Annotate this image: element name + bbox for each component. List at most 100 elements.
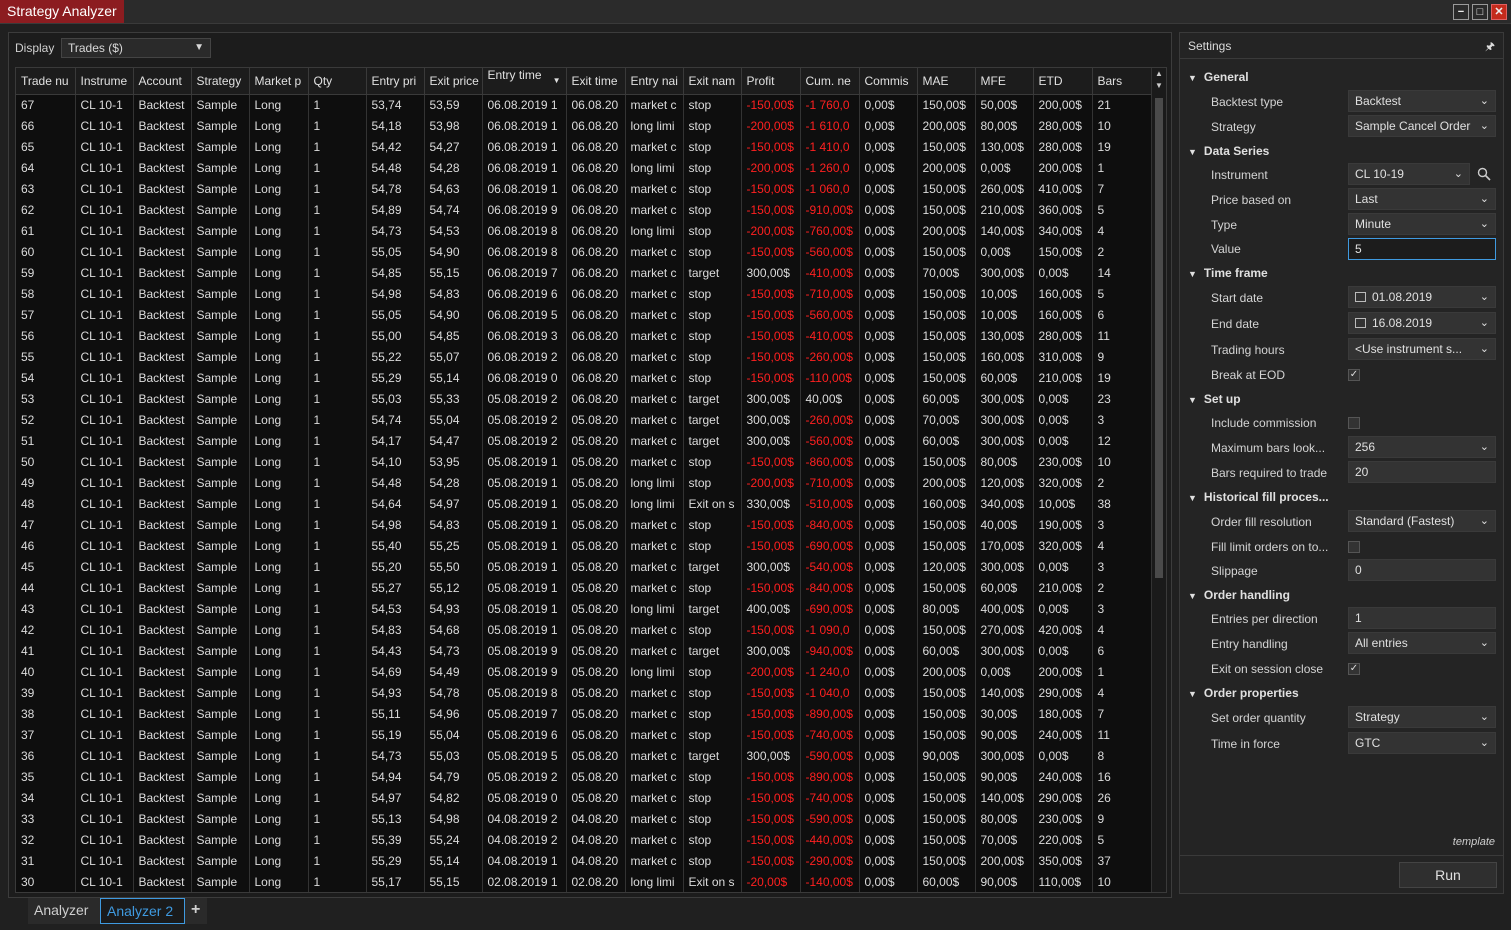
search-icon[interactable] — [1477, 167, 1491, 181]
table-row[interactable]: 50 CL 10-1 Backtest Sample Long 1 54,10 53,95 05… — [16, 451, 1152, 473]
column-header[interactable]: Entry pri — [366, 68, 425, 95]
table-row[interactable]: 56 CL 10-1 Backtest Sample Long 1 55,00 54,85 06… — [16, 325, 1152, 347]
type-select[interactable]: Minute ⌄ — [1348, 213, 1496, 235]
section-historical-fill[interactable]: ▼ Historical fill proces... — [1188, 490, 1329, 504]
close-icon[interactable]: ✕ — [1491, 4, 1507, 20]
entries-per-direction-input[interactable]: 1 — [1348, 607, 1496, 629]
table-row[interactable]: 66 CL 10-1 Backtest Sample Long 1 54,18 53,98 06… — [16, 115, 1152, 137]
table-row[interactable]: 61 CL 10-1 Backtest Sample Long 1 54,73 54,53 06… — [16, 220, 1152, 242]
table-row[interactable]: 57 CL 10-1 Backtest Sample Long 1 55,05 54,90 06… — [16, 304, 1152, 326]
section-general[interactable]: ▼ General — [1188, 70, 1249, 84]
tab-analyzer-2[interactable]: Analyzer 2 — [100, 898, 185, 924]
table-row[interactable]: 39 CL 10-1 Backtest Sample Long 1 54,93 54,78 05… — [16, 682, 1152, 704]
tab-analyzer[interactable]: Analyzer — [28, 898, 100, 924]
column-header[interactable]: Cum. ne — [800, 68, 860, 95]
table-row[interactable]: 36 CL 10-1 Backtest Sample Long 1 54,73 55,03 05… — [16, 745, 1152, 767]
time-in-force-select[interactable]: GTC ⌄ — [1348, 732, 1496, 754]
include-commission-checkbox[interactable] — [1348, 417, 1360, 429]
display-select[interactable]: Trades ($) ▼ — [61, 38, 211, 58]
column-header[interactable]: Market p — [249, 68, 309, 95]
table-row[interactable]: 62 CL 10-1 Backtest Sample Long 1 54,89 54,74 06… — [16, 199, 1152, 221]
exit-session-close-checkbox[interactable]: ✓ — [1348, 663, 1360, 675]
template-label[interactable]: template — [1453, 836, 1495, 848]
strategy-select[interactable]: Sample Cancel Order ⌄ — [1348, 115, 1496, 137]
table-row[interactable]: 30 CL 10-1 Backtest Sample Long 1 55,17 55,15 02… — [16, 871, 1152, 892]
table-row[interactable]: 53 CL 10-1 Backtest Sample Long 1 55,03 55,33 05… — [16, 388, 1152, 410]
table-row[interactable]: 60 CL 10-1 Backtest Sample Long 1 55,05 54,90 06… — [16, 241, 1152, 263]
trading-hours-select[interactable]: <Use instrument s... ⌄ — [1348, 338, 1496, 360]
pin-icon[interactable]: 🖈 — [1485, 38, 1495, 57]
table-row[interactable]: 38 CL 10-1 Backtest Sample Long 1 55,11 54,96 05… — [16, 703, 1152, 725]
table-row[interactable]: 31 CL 10-1 Backtest Sample Long 1 55,29 55,14 04… — [16, 850, 1152, 872]
column-header[interactable]: Commis — [859, 68, 918, 95]
section-order-handling[interactable]: ▼ Order handling — [1188, 588, 1290, 602]
table-row[interactable]: 67 CL 10-1 Backtest Sample Long 1 53,74 53,59 06… — [16, 94, 1152, 116]
table-row[interactable]: 42 CL 10-1 Backtest Sample Long 1 54,83 54,68 05… — [16, 619, 1152, 641]
column-header[interactable]: Entry nai — [625, 68, 684, 95]
slippage-input[interactable]: 0 — [1348, 559, 1496, 581]
table-row[interactable]: 40 CL 10-1 Backtest Sample Long 1 54,69 54,49 05… — [16, 661, 1152, 683]
column-header[interactable]: Exit time — [566, 68, 626, 95]
backtest-type-select[interactable]: Backtest ⌄ — [1348, 90, 1496, 112]
table-row[interactable]: 37 CL 10-1 Backtest Sample Long 1 55,19 55,04 05… — [16, 724, 1152, 746]
order-fill-select[interactable]: Standard (Fastest) ⌄ — [1348, 510, 1496, 532]
table-row[interactable]: 58 CL 10-1 Backtest Sample Long 1 54,98 54,83 06… — [16, 283, 1152, 305]
table-row[interactable]: 43 CL 10-1 Backtest Sample Long 1 54,53 54,93 05… — [16, 598, 1152, 620]
value-input[interactable]: 5 — [1348, 238, 1496, 260]
table-row[interactable]: 54 CL 10-1 Backtest Sample Long 1 55,29 55,14 06… — [16, 367, 1152, 389]
column-header[interactable]: ETD — [1033, 68, 1093, 95]
column-header[interactable]: Entry time ▼ — [482, 68, 567, 95]
section-order-properties[interactable]: ▼ Order properties — [1188, 686, 1299, 700]
table-row[interactable]: 45 CL 10-1 Backtest Sample Long 1 55,20 55,50 05… — [16, 556, 1152, 578]
maximize-icon[interactable]: □ — [1472, 4, 1488, 20]
instrument-select[interactable]: CL 10-19 ⌄ — [1348, 163, 1470, 185]
column-header[interactable]: Exit nam — [683, 68, 742, 95]
vertical-scrollbar[interactable]: ▲ ▼ — [1151, 68, 1166, 892]
section-data-series[interactable]: ▼ Data Series — [1188, 144, 1269, 158]
table-row[interactable]: 44 CL 10-1 Backtest Sample Long 1 55,27 55,12 05… — [16, 577, 1152, 599]
run-button[interactable]: Run — [1399, 862, 1497, 888]
table-row[interactable]: 47 CL 10-1 Backtest Sample Long 1 54,98 54,83 05… — [16, 514, 1152, 536]
price-based-on-select[interactable]: Last ⌄ — [1348, 188, 1496, 210]
table-row[interactable]: 48 CL 10-1 Backtest Sample Long 1 54,64 54,97 05… — [16, 493, 1152, 515]
column-header[interactable]: Qty — [308, 68, 367, 95]
column-header[interactable]: Bars — [1092, 68, 1152, 95]
table-row[interactable]: 52 CL 10-1 Backtest Sample Long 1 54,74 55,04 05… — [16, 409, 1152, 431]
bars-required-input[interactable]: 20 — [1348, 461, 1496, 483]
table-row[interactable]: 59 CL 10-1 Backtest Sample Long 1 54,85 55,15 06… — [16, 262, 1152, 284]
scroll-down-icon[interactable]: ▼ — [1152, 80, 1166, 92]
section-time-frame[interactable]: ▼ Time frame — [1188, 266, 1268, 280]
fill-limit-checkbox[interactable] — [1348, 541, 1360, 553]
table-row[interactable]: 35 CL 10-1 Backtest Sample Long 1 54,94 54,79 05… — [16, 766, 1152, 788]
column-header[interactable]: Account — [133, 68, 192, 95]
table-row[interactable]: 34 CL 10-1 Backtest Sample Long 1 54,97 54,82 05… — [16, 787, 1152, 809]
column-header[interactable]: MFE — [975, 68, 1034, 95]
table-row[interactable]: 32 CL 10-1 Backtest Sample Long 1 55,39 55,24 04… — [16, 829, 1152, 851]
column-header[interactable]: Profit — [741, 68, 801, 95]
column-header[interactable]: Exit price — [424, 68, 483, 95]
table-row[interactable]: 51 CL 10-1 Backtest Sample Long 1 54,17 54,47 05… — [16, 430, 1152, 452]
end-date-picker[interactable]: 16.08.2019 ⌄ — [1348, 312, 1496, 334]
column-header[interactable]: MAE — [917, 68, 976, 95]
table-row[interactable]: 46 CL 10-1 Backtest Sample Long 1 55,40 55,25 05… — [16, 535, 1152, 557]
entry-handling-select[interactable]: All entries ⌄ — [1348, 632, 1496, 654]
column-header[interactable]: Strategy — [191, 68, 250, 95]
start-date-picker[interactable]: 01.08.2019 ⌄ — [1348, 286, 1496, 308]
table-row[interactable]: 41 CL 10-1 Backtest Sample Long 1 54,43 54,73 05… — [16, 640, 1152, 662]
table-row[interactable]: 65 CL 10-1 Backtest Sample Long 1 54,42 54,27 06… — [16, 136, 1152, 158]
table-row[interactable]: 55 CL 10-1 Backtest Sample Long 1 55,22 55,07 06… — [16, 346, 1152, 368]
minimize-icon[interactable]: − — [1453, 4, 1469, 20]
add-tab-button[interactable]: + — [185, 898, 207, 924]
column-header[interactable]: Trade nu — [16, 68, 76, 95]
scroll-up-icon[interactable]: ▲ — [1152, 68, 1166, 80]
section-set-up[interactable]: ▼ Set up — [1188, 392, 1241, 406]
table-row[interactable]: 33 CL 10-1 Backtest Sample Long 1 55,13 54,98 04… — [16, 808, 1152, 830]
table-row[interactable]: 64 CL 10-1 Backtest Sample Long 1 54,48 54,28 06… — [16, 157, 1152, 179]
table-row[interactable]: 49 CL 10-1 Backtest Sample Long 1 54,48 54,28 05… — [16, 472, 1152, 494]
break-eod-checkbox[interactable]: ✓ — [1348, 369, 1360, 381]
set-order-qty-select[interactable]: Strategy ⌄ — [1348, 706, 1496, 728]
max-bars-select[interactable]: 256 ⌄ — [1348, 436, 1496, 458]
scroll-thumb[interactable] — [1155, 98, 1163, 578]
column-header[interactable]: Instrume — [75, 68, 134, 95]
table-row[interactable]: 63 CL 10-1 Backtest Sample Long 1 54,78 54,63 06… — [16, 178, 1152, 200]
